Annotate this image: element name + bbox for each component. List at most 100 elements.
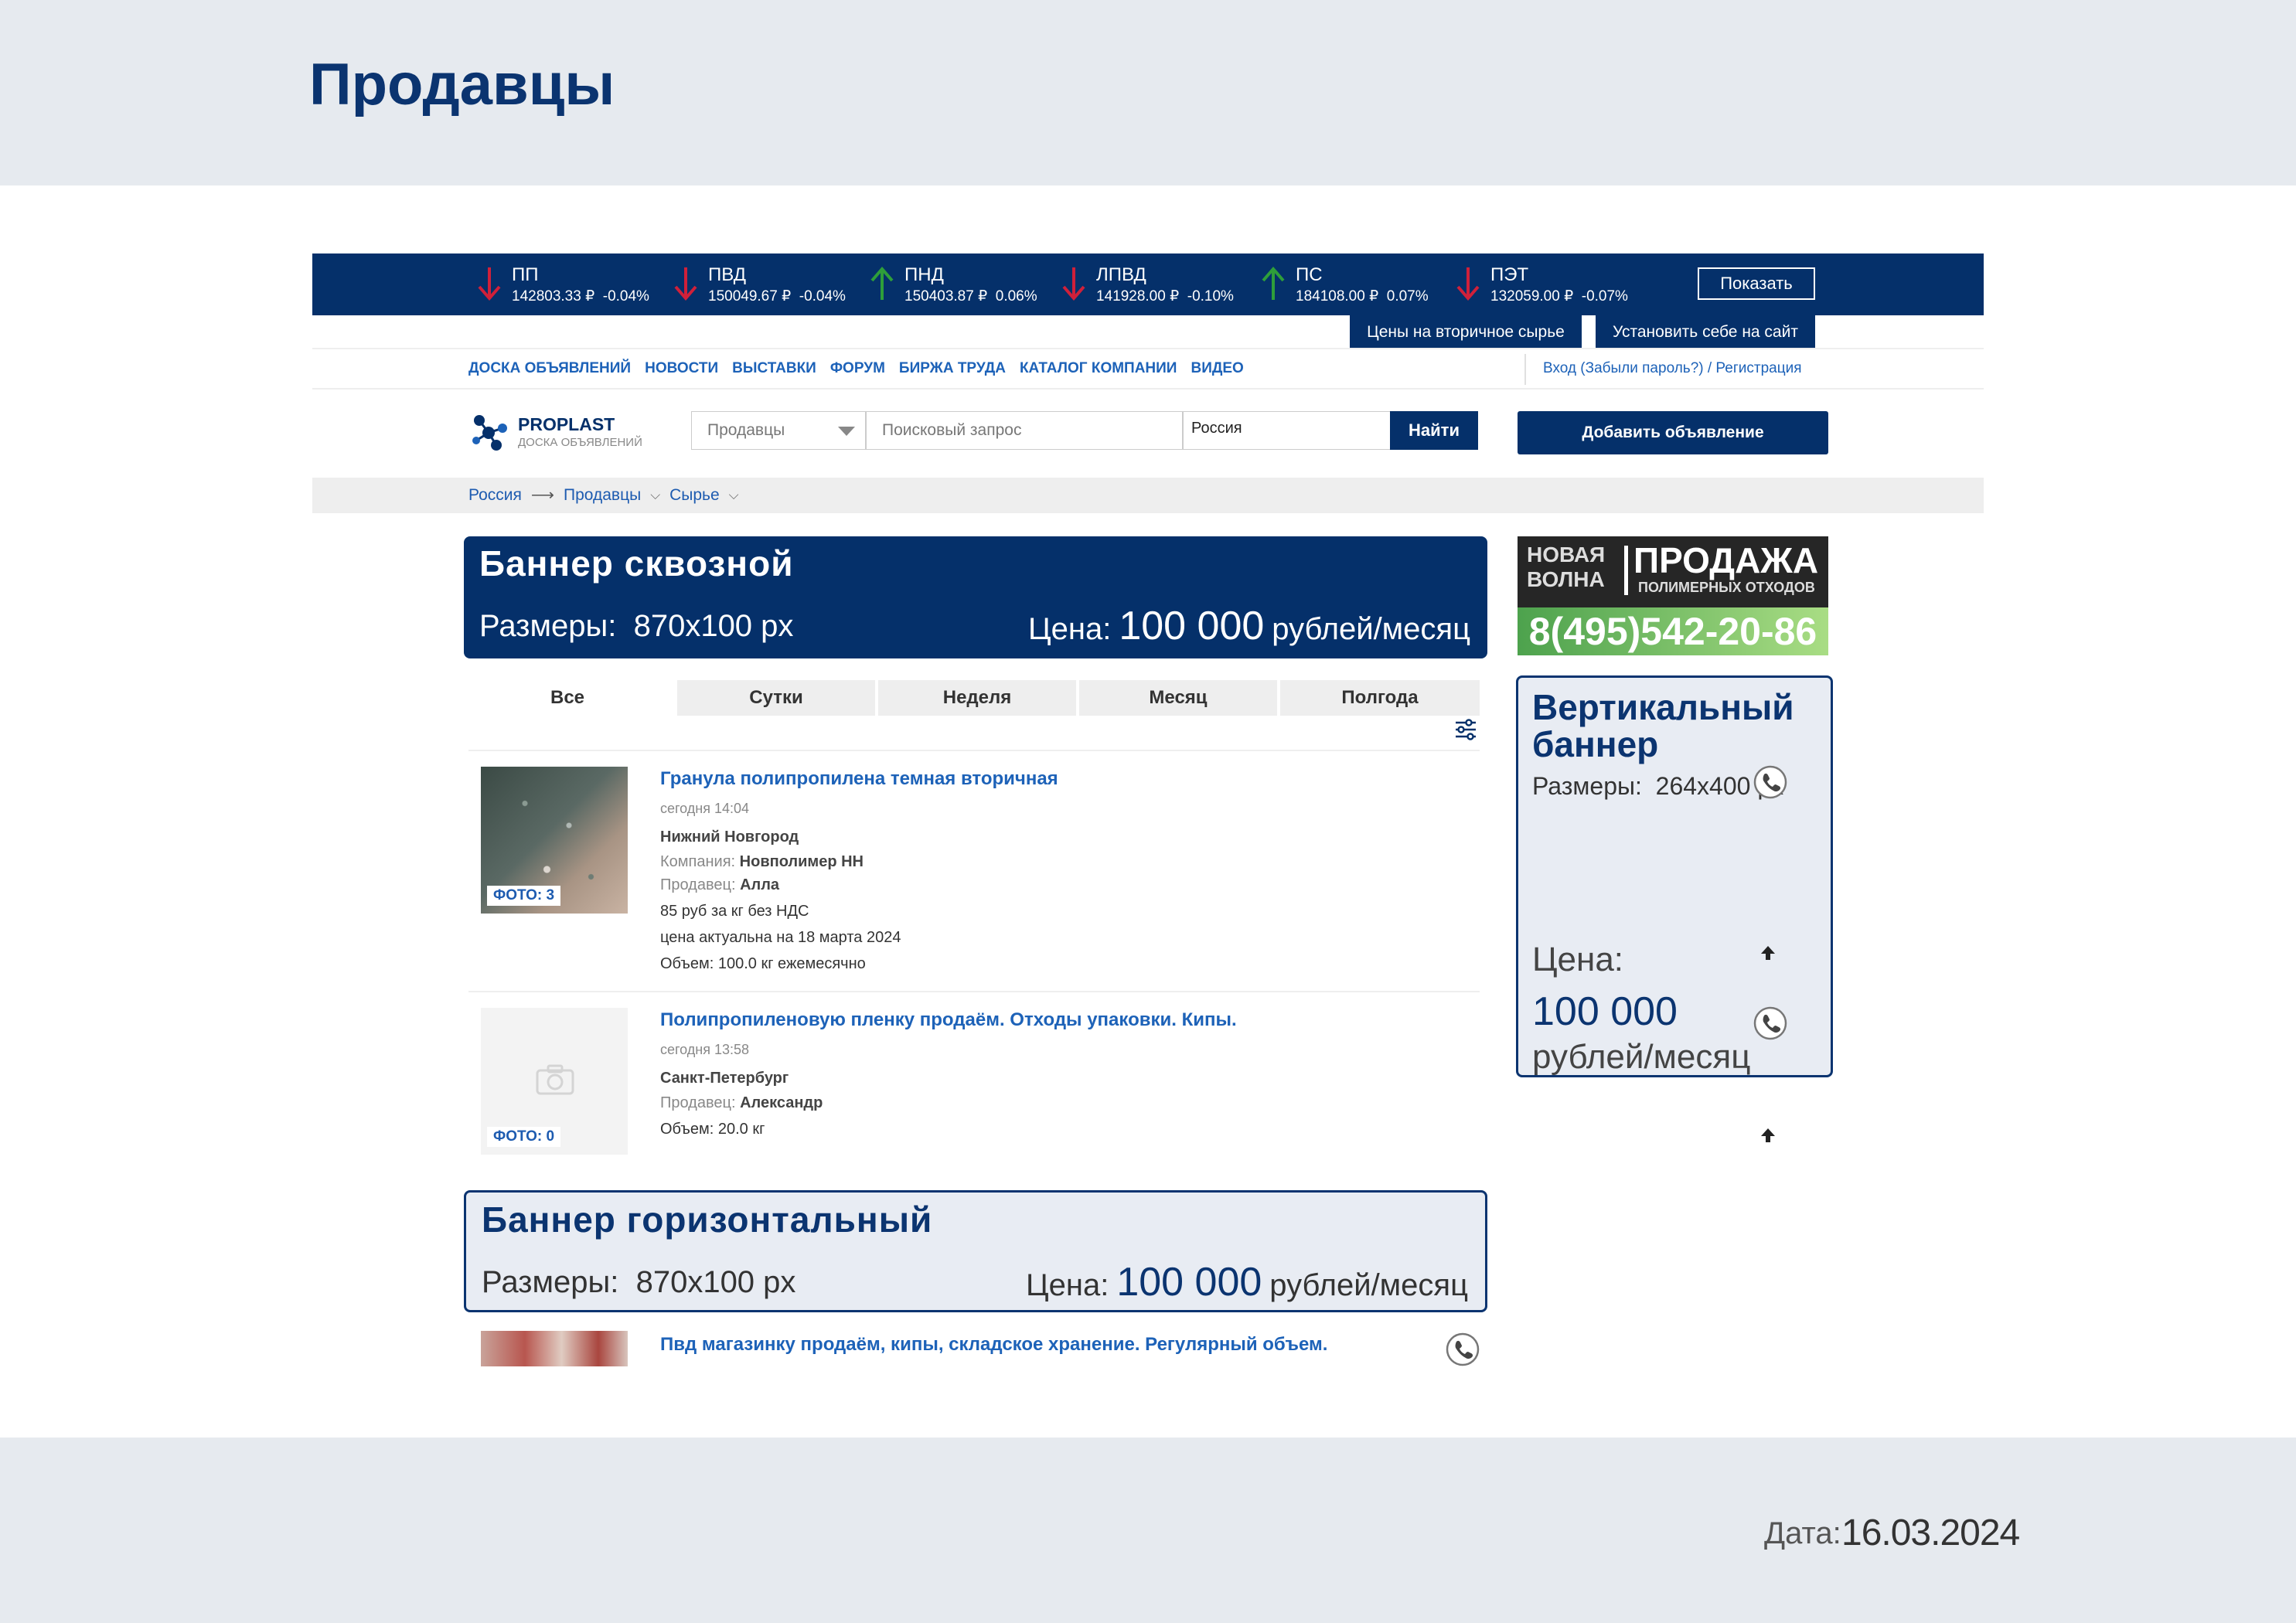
photo-count-badge: ФОТО: 3 [487,886,561,906]
vertical-banner-title: Вертикальный баннер [1532,687,1794,764]
ticker-price: 184108.00 ₽ 0.07% [1296,288,1429,305]
tab-install-widget[interactable]: Установить себе на сайт [1596,315,1815,349]
nav-item-catalog[interactable]: КАТАЛОГ КОМПАНИИ [1020,360,1177,377]
breadcrumb: Россия ⟶ Продавцы ⌵ Сырье ⌵ [468,485,739,505]
listing-photo[interactable]: ФОТО: 3 [481,767,628,914]
vertical-banner-price-unit: рублей/месяц [1532,1038,1751,1076]
arrow-down-icon [1062,267,1085,301]
vertical-banner-price: 100 000 [1532,989,1678,1034]
arrow-up-icon [1262,266,1285,300]
chevron-down-icon [838,427,855,436]
ticker-name: ПП [512,264,539,285]
ticker-price: 141928.00 ₽ -0.10% [1096,288,1234,305]
listing-seller: Продавец: Александр [660,1094,823,1111]
banner-through-placeholder: Баннер сквозной Размеры: 870x100 px Цена… [464,536,1487,658]
banner-title: Баннер сквозной [479,543,794,584]
vertical-banner-price-label: Цена: [1532,941,1624,978]
listing-city: Санкт-Петербург [660,1070,789,1087]
banner-size: Размеры: 870x100 px [479,609,794,643]
listing-item[interactable]: ФОТО: 3 Гранула полипропилена темная вто… [468,750,1787,974]
search-input[interactable]: Поисковый запрос [866,411,1183,450]
listing-item[interactable]: ФОТО: 0 Полипропиленовую пленку продаём.… [468,991,1787,1176]
banner-horizontal-placeholder: Баннер горизонтальный Размеры: 870x100 p… [464,1190,1487,1312]
slide-title: Продавцы [309,52,615,117]
arrow-down-icon [1456,267,1480,301]
ticker-price: 142803.33 ₽ -0.04% [512,288,649,305]
ticker-price: 150049.67 ₽ -0.04% [708,288,846,305]
divider [312,388,1984,390]
nav-item-board[interactable]: ДОСКА ОБЪЯВЛЕНИЙ [468,360,631,377]
period-tabs: Все Сутки Неделя Месяц Полгода [468,680,1480,716]
listing-city: Нижний Новгород [660,829,799,846]
phone-icon[interactable] [1753,1006,1787,1040]
breadcrumb-raw[interactable]: Сырье [669,486,720,505]
tab-month[interactable]: Месяц [1079,680,1277,716]
price-ticker: ПП 142803.33 ₽ -0.04% ПВД 150049.67 ₽ -0… [312,253,1984,315]
listing-volume: Объем: 100.0 кг ежемесячно [660,955,866,972]
nav-item-exhibitions[interactable]: ВЫСТАВКИ [732,360,816,377]
ad-header: НОВАЯ ВОЛНА ПРОДАЖА ПОЛИМЕРНЫХ ОТХОДОВ [1518,536,1828,607]
tab-all[interactable]: Все [468,680,666,716]
logo-name[interactable]: PROPLAST [518,414,615,435]
login-link[interactable]: Вход (Забыли пароль?) / Регистрация [1543,360,1802,377]
tab-secondary-raw-prices[interactable]: Цены на вторичное сырье [1350,315,1582,349]
ad-phone: 8(495)542-20-86 [1518,607,1828,655]
nav-item-forum[interactable]: ФОРУМ [830,360,885,377]
ad-brand: НОВАЯ ВОЛНА [1527,543,1606,591]
date-value: 16.03.2024 [1841,1512,2020,1553]
ticker-name: ЛПВД [1096,264,1146,285]
nav-item-video[interactable]: ВИДЕО [1191,360,1243,377]
nav-item-news[interactable]: НОВОСТИ [645,360,718,377]
listing-photo[interactable] [481,1331,628,1366]
divider [1624,546,1628,595]
breadcrumb-sellers[interactable]: Продавцы [564,486,641,505]
date-label: Дата: [1764,1516,1841,1550]
divider [1524,354,1526,385]
chevron-down-icon[interactable]: ⌵ [729,488,739,503]
listing-time: сегодня 14:04 [660,801,750,816]
find-button[interactable]: Найти [1390,411,1478,450]
listing-company: Компания: Новполимер НН [660,853,864,870]
photo-count-badge: ФОТО: 0 [487,1127,561,1147]
ad-headline: ПРОДАЖА [1633,540,1819,580]
add-listing-button[interactable]: Добавить объявление [1518,411,1828,454]
proplast-logo-icon [472,415,507,451]
banner-size: Размеры: 870x100 px [482,1265,796,1299]
phone-icon[interactable] [1446,1332,1480,1366]
ad-subline: ПОЛИМЕРНЫХ ОТХОДОВ [1638,580,1815,595]
chevron-down-icon[interactable]: ⌵ [650,488,660,503]
listing-title[interactable]: Полипропиленовую пленку продаём. Отходы … [660,1009,1237,1031]
filter-settings-icon[interactable] [1453,717,1478,742]
nav-item-jobs[interactable]: БИРЖА ТРУДА [899,360,1006,377]
show-prices-button[interactable]: Показать [1698,267,1815,300]
arrow-right-icon: ⟶ [530,486,554,504]
divider [312,348,1984,349]
listing-photo[interactable]: ФОТО: 0 [481,1008,628,1155]
listing-volume: Объем: 20.0 кг [660,1121,765,1138]
tab-week[interactable]: Неделя [878,680,1076,716]
side-advertisement[interactable]: НОВАЯ ВОЛНА ПРОДАЖА ПОЛИМЕРНЫХ ОТХОДОВ 8… [1518,536,1828,655]
ticker-name: ПС [1296,264,1323,285]
region-input[interactable]: Россия [1183,411,1392,450]
ticker-name: ПНД [904,264,944,285]
website-screenshot: ПП 142803.33 ₽ -0.04% ПВД 150049.67 ₽ -0… [312,253,1984,1366]
breadcrumb-russia[interactable]: Россия [468,486,522,505]
main-nav: ДОСКА ОБЪЯВЛЕНИЙ НОВОСТИ ВЫСТАВКИ ФОРУМ … [468,360,1244,377]
bump-up-icon[interactable] [1759,1127,1777,1144]
listing-seller: Продавец: Алла [660,876,780,893]
arrow-down-icon [478,267,501,301]
arrow-down-icon [674,267,697,301]
tab-day[interactable]: Сутки [677,680,875,716]
banner-price: Цена: 100 000 рублей/месяц [1028,604,1470,648]
listing-price: 85 руб за кг без НДС [660,903,809,920]
listing-title[interactable]: Пвд магазинку продаём, кипы, складское х… [660,1334,1327,1356]
ticker-price: 132059.00 ₽ -0.07% [1490,288,1628,305]
phone-icon[interactable] [1753,765,1787,799]
vertical-banner-size: Размеры: 264x400 px [1532,772,1784,800]
tab-half-year[interactable]: Полгода [1280,680,1480,716]
listing-title[interactable]: Гранула полипропилена темная вторичная [660,768,1058,790]
bump-up-icon[interactable] [1759,944,1777,961]
ticker-name: ПЭТ [1490,264,1529,285]
listing-time: сегодня 13:58 [660,1042,750,1057]
ticker-name: ПВД [708,264,746,285]
